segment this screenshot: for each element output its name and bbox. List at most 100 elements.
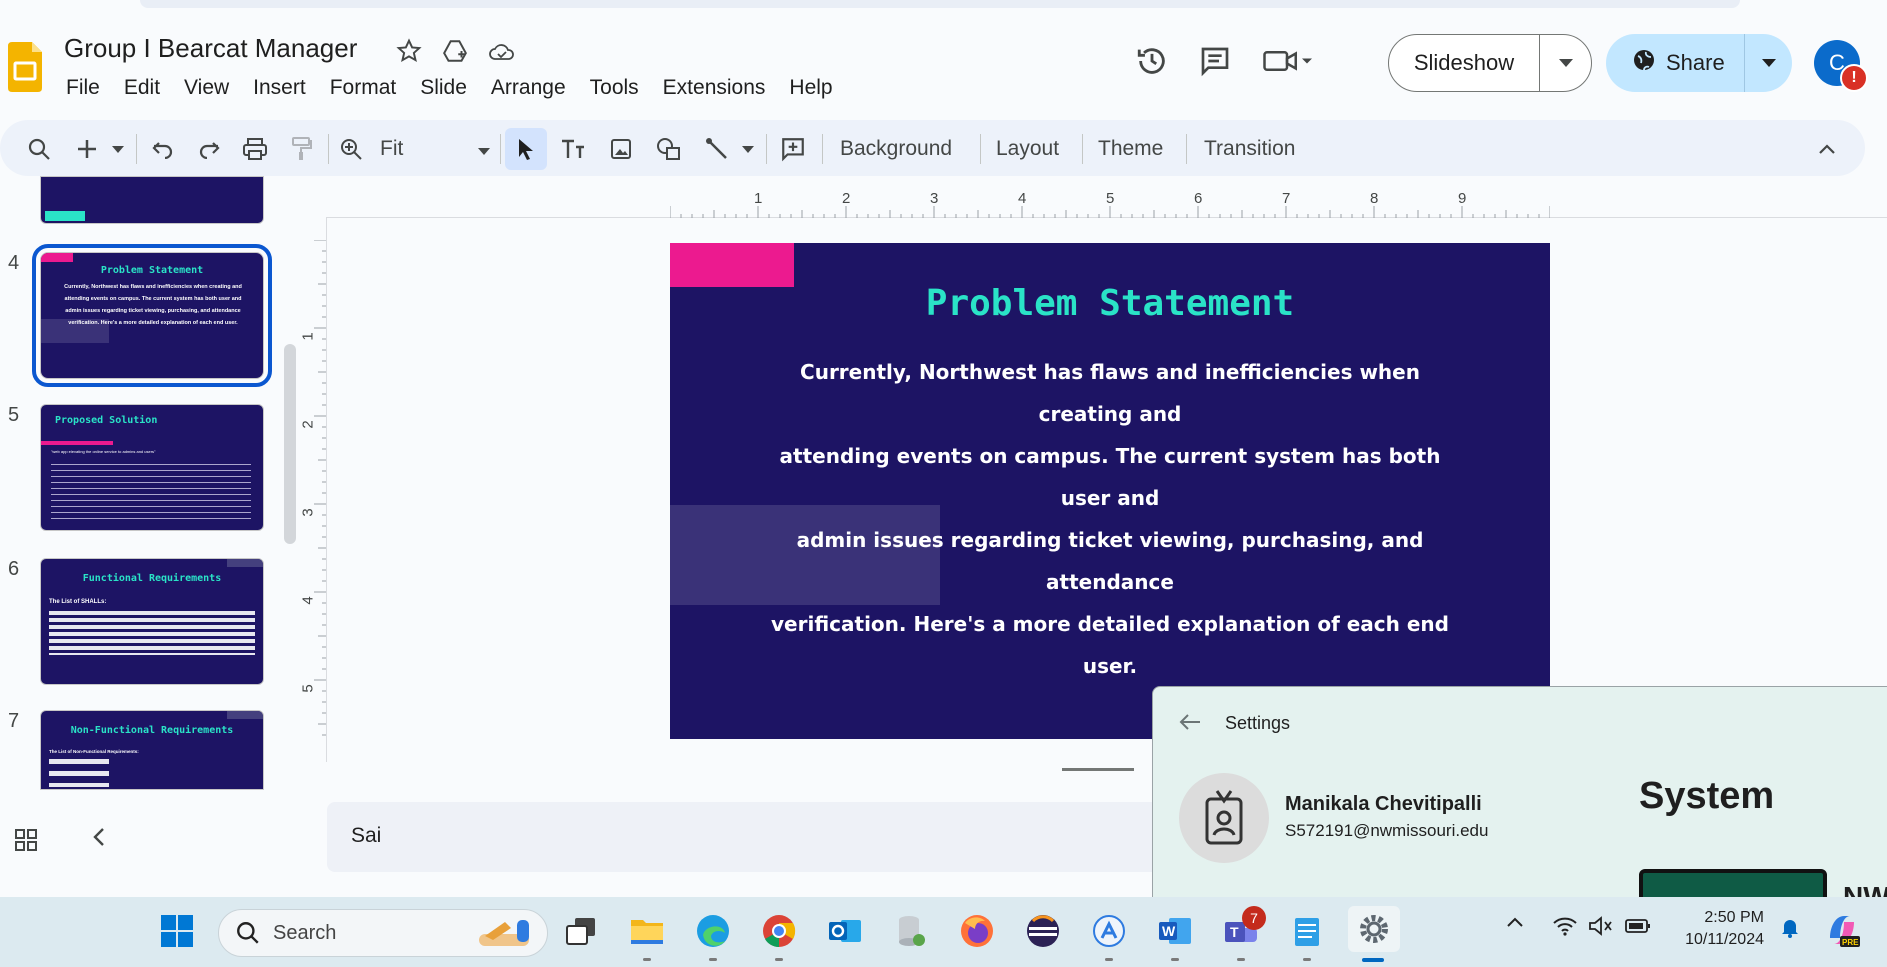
cloud-saved-icon[interactable] — [488, 38, 516, 69]
slideshow-dropdown-icon[interactable] — [1540, 54, 1591, 72]
start-button-icon[interactable] — [156, 910, 198, 952]
slide-canvas[interactable]: Problem Statement Currently, Northwest h… — [670, 243, 1550, 739]
toolbar-divider — [980, 134, 981, 164]
menu-slide[interactable]: Slide — [420, 76, 467, 100]
select-tool-icon[interactable] — [505, 128, 547, 170]
grid-view-icon[interactable] — [14, 828, 38, 857]
slides-logo-icon[interactable] — [8, 42, 42, 92]
new-slide-dropdown-icon[interactable] — [110, 134, 126, 164]
battery-icon[interactable] — [1624, 915, 1652, 940]
wifi-icon[interactable] — [1552, 915, 1578, 940]
taskbar-clock[interactable]: 2:50 PM 10/11/2024 — [1674, 909, 1764, 949]
ruler-label: 1 — [754, 190, 763, 207]
move-to-drive-icon[interactable] — [442, 38, 468, 69]
slide-thumbnail-5[interactable]: Proposed Solution "web app elevating the… — [40, 404, 264, 531]
thumb-accent — [41, 253, 73, 262]
comments-icon[interactable] — [1199, 45, 1231, 82]
layout-button[interactable]: Layout — [996, 134, 1059, 164]
ruler-label: 9 — [1458, 190, 1467, 207]
document-title[interactable]: Group I Bearcat Manager — [64, 33, 357, 64]
word-icon[interactable]: W — [1154, 910, 1196, 952]
menu-tools[interactable]: Tools — [590, 76, 639, 100]
theme-button[interactable]: Theme — [1098, 134, 1163, 164]
taskbar-search[interactable]: Search — [218, 909, 548, 957]
user-badge-icon[interactable] — [1179, 773, 1269, 863]
running-indicator — [709, 958, 717, 961]
share-dropdown-icon[interactable] — [1745, 54, 1792, 72]
notes-resize-handle[interactable] — [1062, 768, 1134, 771]
slide-accent-block[interactable] — [670, 243, 794, 287]
share-main[interactable]: Share — [1606, 34, 1745, 92]
eclipse-icon[interactable] — [1022, 910, 1064, 952]
slide-thumbnail-7[interactable]: Non-Functional Requirements The List of … — [40, 710, 264, 790]
background-button[interactable]: Background — [840, 134, 952, 164]
ruler-label: 1 — [299, 332, 317, 341]
zoom-value: Fit — [380, 137, 404, 160]
database-app-icon[interactable] — [890, 910, 932, 952]
volume-muted-icon[interactable] — [1588, 915, 1614, 940]
search-menus-icon[interactable] — [24, 134, 54, 164]
menu-file[interactable]: File — [66, 76, 100, 100]
slide-thumbnail-4[interactable]: Problem Statement Currently, Northwest h… — [32, 244, 272, 387]
chrome-browser-icon[interactable] — [758, 910, 800, 952]
menu-arrange[interactable]: Arrange — [491, 76, 566, 100]
menu-format[interactable]: Format — [330, 76, 397, 100]
active-app-indicator — [1362, 958, 1384, 962]
slide-body-text[interactable]: Currently, Northwest has flaws and ineff… — [760, 351, 1460, 687]
redo-icon[interactable] — [194, 134, 224, 164]
menu-extensions[interactable]: Extensions — [663, 76, 766, 100]
notepad-icon[interactable] — [1286, 910, 1328, 952]
slideshow-button[interactable]: Slideshow — [1388, 34, 1592, 92]
print-icon[interactable] — [240, 134, 270, 164]
collapse-filmstrip-icon[interactable] — [92, 826, 106, 855]
file-explorer-icon[interactable] — [626, 910, 668, 952]
copilot-icon[interactable]: PRE — [1822, 910, 1862, 953]
back-arrow-icon[interactable] — [1179, 711, 1201, 737]
meet-camera-icon[interactable] — [1261, 46, 1313, 81]
paint-format-icon[interactable] — [286, 134, 316, 164]
slide-body-line: admin issues regarding ticket viewing, p… — [796, 528, 1424, 594]
firefox-icon[interactable] — [956, 910, 998, 952]
transition-button[interactable]: Transition — [1204, 134, 1295, 164]
settings-app-icon[interactable] — [1348, 906, 1400, 952]
insert-image-icon[interactable] — [606, 134, 636, 164]
shape-icon[interactable] — [654, 134, 684, 164]
zoom-icon[interactable] — [336, 134, 366, 164]
slide-thumbnail-6[interactable]: Functional Requirements The List of SHAL… — [40, 558, 264, 685]
menu-view[interactable]: View — [184, 76, 229, 100]
toolbar-divider — [766, 134, 767, 164]
collapse-toolbar-icon[interactable] — [1812, 134, 1842, 164]
edge-browser-icon[interactable] — [692, 910, 734, 952]
menu-insert[interactable]: Insert — [253, 76, 306, 100]
outlook-icon[interactable] — [824, 910, 866, 952]
menu-edit[interactable]: Edit — [124, 76, 160, 100]
app-store-icon[interactable] — [1088, 910, 1130, 952]
add-comment-icon[interactable] — [778, 134, 808, 164]
new-slide-icon[interactable] — [74, 134, 100, 164]
zoom-select[interactable]: Fit — [380, 134, 490, 164]
menu-help[interactable]: Help — [789, 76, 832, 100]
thumbnail-number: 5 — [8, 404, 20, 426]
speaker-notes[interactable]: Sai — [327, 802, 1187, 872]
text-box-icon[interactable] — [558, 134, 588, 164]
thumbnail-number: 7 — [8, 710, 20, 732]
slide-thumbnail-3[interactable] — [40, 176, 264, 224]
slide-title[interactable]: Problem Statement — [670, 283, 1550, 324]
line-icon[interactable] — [702, 134, 732, 164]
star-icon[interactable] — [396, 38, 422, 69]
line-dropdown-icon[interactable] — [740, 134, 756, 164]
ruler-label: 3 — [299, 508, 317, 517]
share-button[interactable]: Share — [1606, 34, 1792, 92]
version-history-icon[interactable] — [1135, 44, 1169, 83]
slideshow-label[interactable]: Slideshow — [1389, 35, 1540, 91]
notifications-bell-icon[interactable] — [1778, 915, 1802, 942]
menu-bar: File Edit View Insert Format Slide Arran… — [66, 76, 857, 100]
task-view-icon[interactable] — [560, 910, 602, 952]
filmstrip-scrollbar[interactable] — [284, 344, 296, 544]
toolbar-divider — [822, 134, 823, 164]
user-email: S572191@nwmissouri.edu — [1285, 821, 1489, 840]
show-hidden-icons[interactable] — [1506, 915, 1524, 931]
vertical-ruler-line — [326, 217, 327, 762]
undo-icon[interactable] — [148, 134, 178, 164]
toolbar-divider — [1186, 134, 1187, 164]
